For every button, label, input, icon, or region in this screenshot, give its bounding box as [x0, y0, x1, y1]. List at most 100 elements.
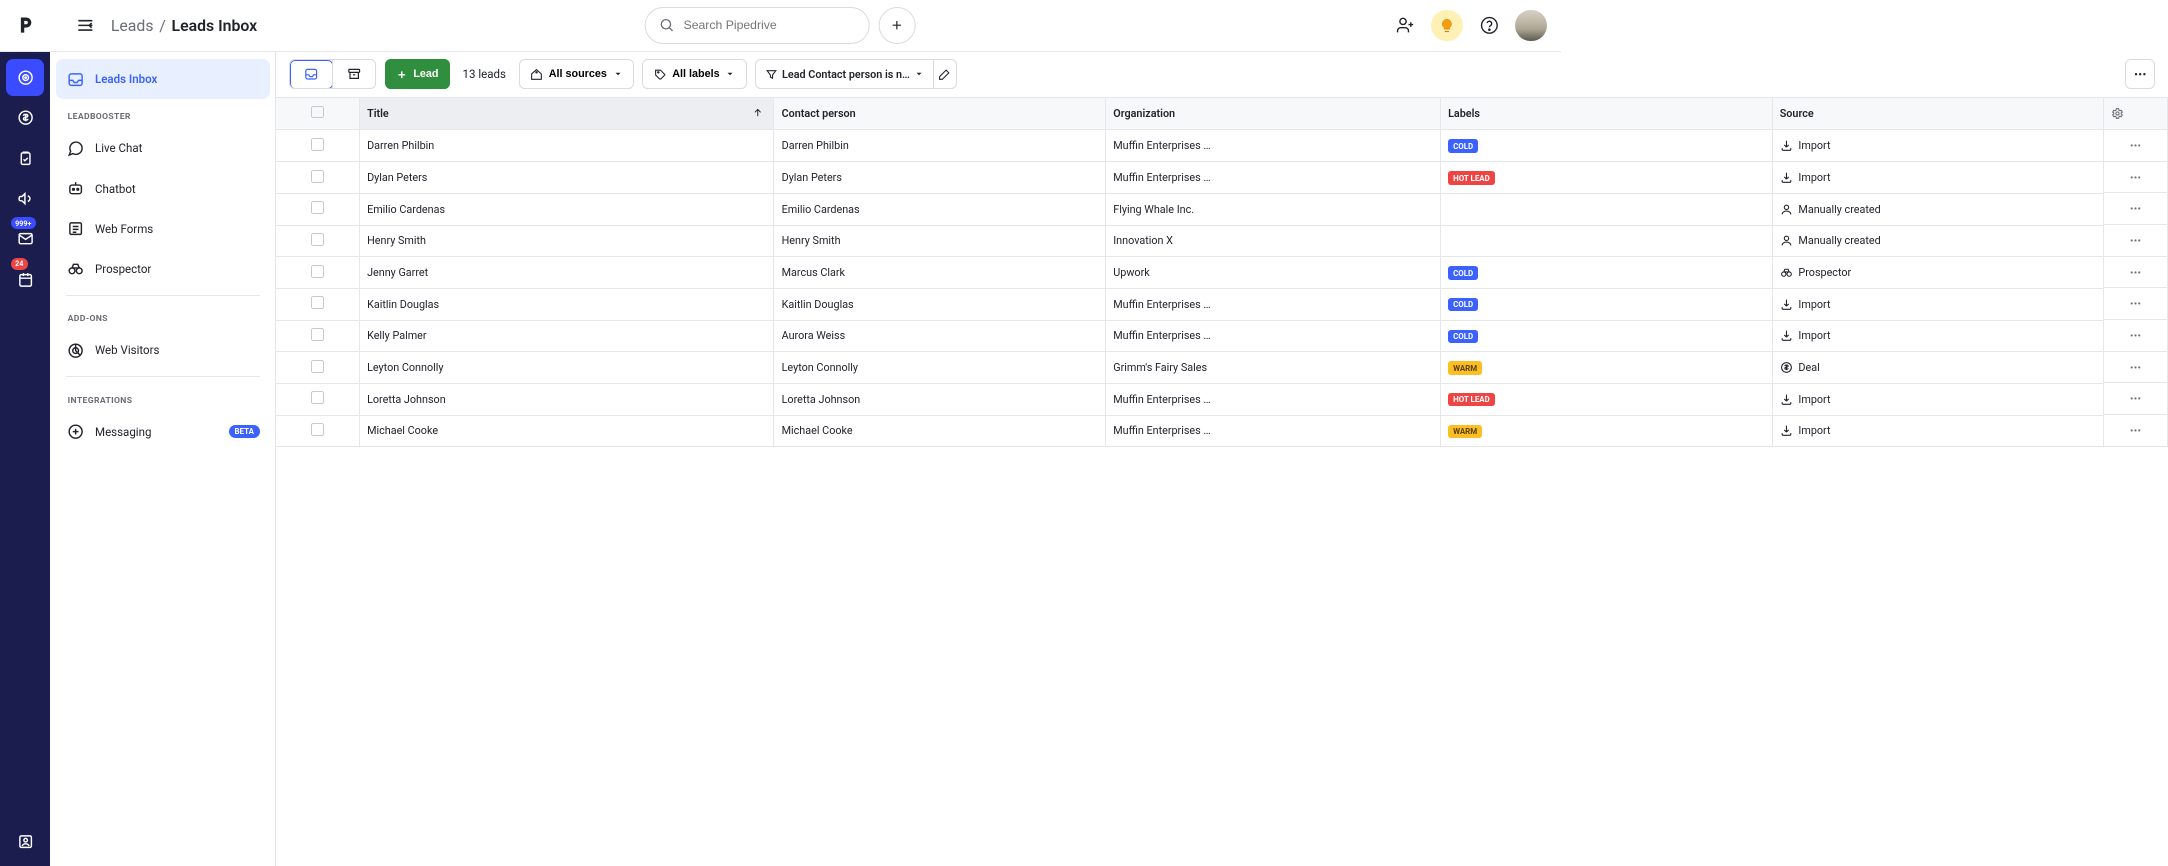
row-checkbox[interactable] — [276, 257, 359, 289]
cell-organization[interactable]: Muffin Enterprises … — [1106, 130, 1441, 162]
select-all-header[interactable] — [276, 98, 359, 130]
cell-organization[interactable]: Muffin Enterprises … — [1106, 320, 1441, 352]
cell-contact[interactable]: Aurora Weiss — [774, 320, 1106, 352]
filter-labels[interactable]: All labels — [642, 59, 746, 89]
cell-contact[interactable]: Emilio Cardenas — [774, 193, 1106, 225]
row-checkbox[interactable] — [276, 162, 359, 194]
filter-sources[interactable]: All sources — [519, 59, 634, 89]
sidebar-item-chatbot[interactable]: Chatbot — [56, 168, 270, 208]
col-source[interactable]: Source — [1772, 98, 2104, 130]
cell-title[interactable]: Jenny Garret — [359, 257, 774, 289]
col-title[interactable]: Title — [359, 98, 774, 130]
table-row[interactable]: Kelly PalmerAurora WeissMuffin Enterpris… — [276, 320, 2167, 352]
cell-label[interactable]: COLD — [1440, 288, 1772, 320]
cell-source[interactable]: Prospector — [1772, 257, 2104, 289]
cell-label[interactable]: COLD — [1440, 257, 1772, 289]
cell-organization[interactable]: Muffin Enterprises … — [1106, 415, 1441, 447]
row-more-button[interactable] — [2104, 352, 2167, 384]
col-org[interactable]: Organization — [1106, 98, 1441, 130]
cell-organization[interactable]: Muffin Enterprises … — [1106, 383, 1441, 415]
row-checkbox[interactable] — [276, 415, 359, 447]
sidebar-item-live-chat[interactable]: Live Chat — [56, 128, 270, 168]
cell-source[interactable]: Deal — [1772, 352, 2104, 384]
row-more-button[interactable] — [2104, 130, 2167, 162]
breadcrumb-parent[interactable]: Leads — [111, 16, 154, 35]
cell-title[interactable]: Henry Smith — [359, 225, 774, 257]
tips-button[interactable] — [1431, 10, 1463, 42]
cell-contact[interactable]: Leyton Connolly — [774, 352, 1106, 384]
cell-organization[interactable]: Innovation X — [1106, 225, 1441, 257]
row-more-button[interactable] — [2104, 288, 2167, 320]
sidebar-item-prospector[interactable]: Prospector — [56, 249, 270, 289]
cell-organization[interactable]: Upwork — [1106, 257, 1441, 289]
cell-organization[interactable]: Muffin Enterprises … — [1106, 162, 1441, 194]
table-row[interactable]: Henry SmithHenry SmithInnovation XManual… — [276, 225, 2167, 257]
cell-label[interactable]: HOT LEAD — [1440, 162, 1772, 194]
help-button[interactable] — [1473, 10, 1505, 42]
table-row[interactable]: Dylan PetersDylan PetersMuffin Enterpris… — [276, 162, 2167, 194]
nav-contacts[interactable] — [6, 823, 43, 860]
view-archive-button[interactable] — [332, 60, 375, 88]
row-more-button[interactable] — [2104, 193, 2167, 225]
nav-campaigns[interactable] — [6, 180, 43, 217]
cell-source[interactable]: Import — [1772, 415, 2104, 447]
nav-deals[interactable] — [6, 99, 43, 136]
row-checkbox[interactable] — [276, 130, 359, 162]
cell-source[interactable]: Import — [1772, 130, 2104, 162]
sidebar-item-messaging[interactable]: Messaging BETA — [56, 411, 270, 451]
cell-title[interactable]: Kelly Palmer — [359, 320, 774, 352]
app-logo[interactable] — [0, 0, 50, 51]
cell-contact[interactable]: Darren Philbin — [774, 130, 1106, 162]
row-more-button[interactable] — [2104, 383, 2167, 415]
search-input[interactable] — [645, 7, 870, 44]
cell-contact[interactable]: Marcus Clark — [774, 257, 1106, 289]
cell-title[interactable]: Michael Cooke — [359, 415, 774, 447]
table-row[interactable]: Leyton ConnollyLeyton ConnollyGrimm's Fa… — [276, 352, 2167, 384]
more-actions-button[interactable] — [2125, 59, 2155, 89]
nav-leads[interactable] — [6, 59, 43, 96]
cell-source[interactable]: Manually created — [1772, 225, 2104, 257]
add-lead-button[interactable]: Lead — [385, 59, 450, 89]
cell-label[interactable]: COLD — [1440, 130, 1772, 162]
cell-contact[interactable]: Kaitlin Douglas — [774, 288, 1106, 320]
sidebar-toggle-button[interactable] — [69, 10, 101, 42]
cell-title[interactable]: Dylan Peters — [359, 162, 774, 194]
sidebar-item-web-forms[interactable]: Web Forms — [56, 209, 270, 249]
row-checkbox[interactable] — [276, 288, 359, 320]
cell-organization[interactable]: Muffin Enterprises … — [1106, 288, 1441, 320]
cell-label[interactable] — [1440, 193, 1772, 225]
col-labels[interactable]: Labels — [1440, 98, 1772, 130]
cell-source[interactable]: Manually created — [1772, 193, 2104, 225]
search-field[interactable] — [684, 18, 856, 32]
invite-users-button[interactable] — [1390, 10, 1422, 42]
row-more-button[interactable] — [2104, 257, 2167, 289]
avatar[interactable] — [1515, 10, 1547, 42]
cell-title[interactable]: Leyton Connolly — [359, 352, 774, 384]
cell-label[interactable]: COLD — [1440, 320, 1772, 352]
table-row[interactable]: Jenny GarretMarcus ClarkUpworkCOLDProspe… — [276, 257, 2167, 289]
cell-label[interactable]: HOT LEAD — [1440, 383, 1772, 415]
row-more-button[interactable] — [2104, 415, 2167, 447]
col-settings-button[interactable] — [2104, 98, 2168, 130]
cell-contact[interactable]: Dylan Peters — [774, 162, 1106, 194]
table-row[interactable]: Darren PhilbinDarren PhilbinMuffin Enter… — [276, 130, 2167, 162]
sidebar-item-leads-inbox[interactable]: Leads Inbox — [56, 59, 270, 99]
cell-title[interactable]: Kaitlin Douglas — [359, 288, 774, 320]
cell-source[interactable]: Import — [1772, 320, 2104, 352]
cell-source[interactable]: Import — [1772, 288, 2104, 320]
row-more-button[interactable] — [2104, 225, 2167, 257]
col-contact[interactable]: Contact person — [774, 98, 1106, 130]
row-checkbox[interactable] — [276, 383, 359, 415]
sidebar-item-web-visitors[interactable]: Web Visitors — [56, 330, 270, 370]
row-checkbox[interactable] — [276, 320, 359, 352]
table-row[interactable]: Kaitlin DouglasKaitlin DouglasMuffin Ent… — [276, 288, 2167, 320]
nav-mail[interactable]: 999+ — [6, 220, 43, 257]
cell-source[interactable]: Import — [1772, 383, 2104, 415]
edit-filter-button[interactable] — [933, 60, 956, 88]
cell-contact[interactable]: Henry Smith — [774, 225, 1106, 257]
view-inbox-button[interactable] — [290, 60, 333, 90]
nav-activities[interactable]: 24 — [6, 261, 43, 298]
quick-add-button[interactable] — [878, 7, 915, 44]
row-checkbox[interactable] — [276, 352, 359, 384]
cell-title[interactable]: Emilio Cardenas — [359, 193, 774, 225]
